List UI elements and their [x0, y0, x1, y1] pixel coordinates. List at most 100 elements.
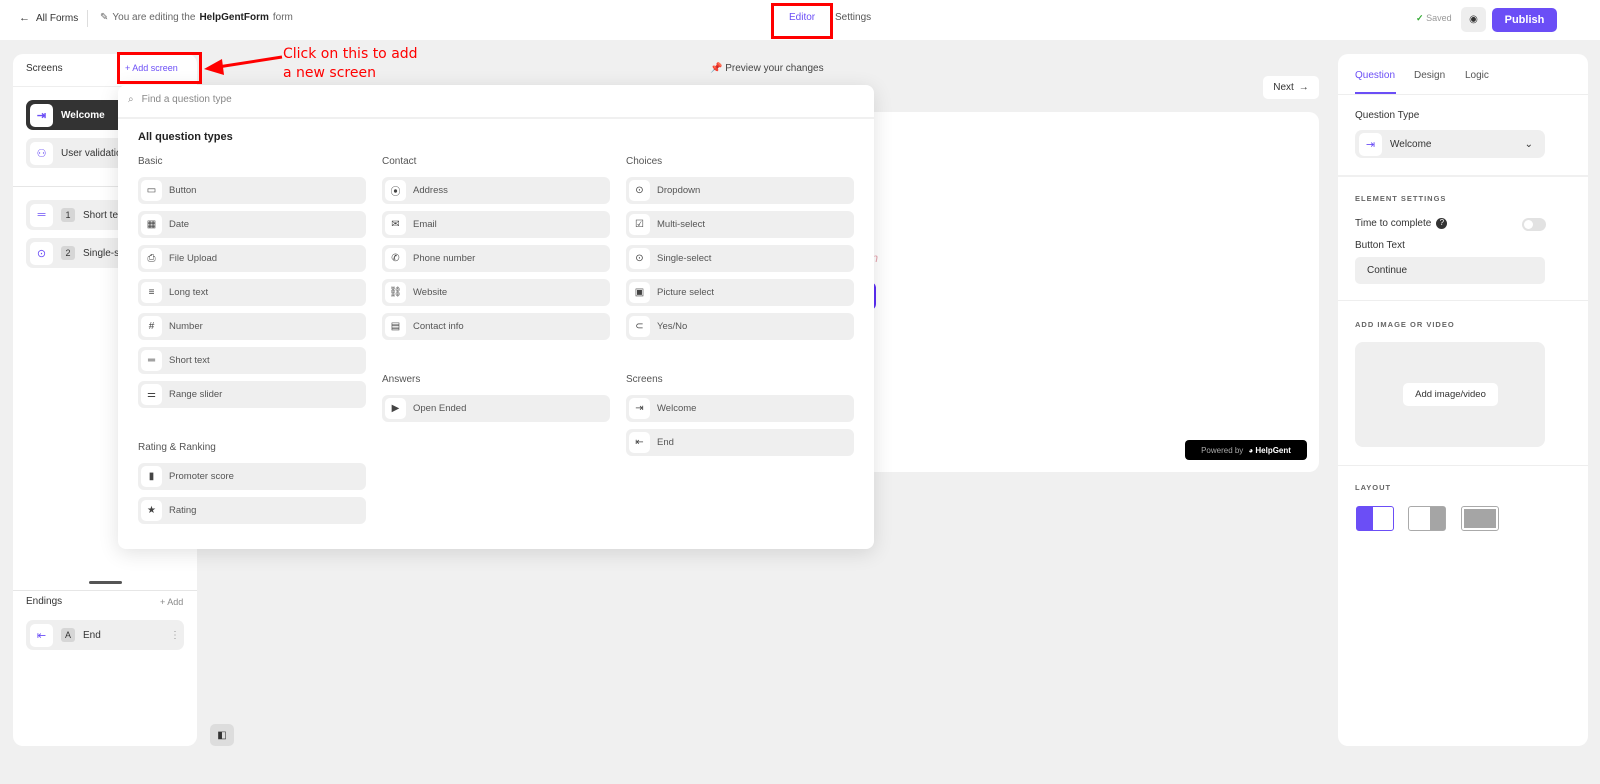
question-type-file-upload[interactable]: ⎙ File Upload — [138, 245, 366, 272]
collapse-panel-button[interactable]: ◧ — [210, 724, 234, 746]
welcome-icon: ⇥ — [629, 398, 650, 419]
next-label: Next — [1273, 82, 1294, 93]
user-lock-icon: ⚇ — [30, 141, 53, 165]
add-ending-button[interactable]: + Add — [160, 597, 183, 607]
annotation-arrow-icon — [204, 55, 283, 75]
question-type-label: Email — [413, 219, 437, 230]
layout-option-background[interactable] — [1461, 506, 1499, 531]
helpgent-logo: ◕ HelpGent — [1248, 445, 1291, 455]
question-number: 2 — [61, 246, 75, 260]
time-to-complete-label: Time to complete — [1355, 218, 1432, 229]
question-type-label: Number — [169, 321, 203, 332]
question-type-address[interactable]: ⦿ Address — [382, 177, 610, 204]
ending-item[interactable]: ⇤ A End ⋮ — [26, 620, 184, 650]
question-type-label: Multi-select — [657, 219, 706, 230]
help-icon[interactable]: ? — [1436, 218, 1448, 229]
question-type-open-ended[interactable]: ▶ Open Ended — [382, 395, 610, 422]
question-type-email[interactable]: ✉ Email — [382, 211, 610, 238]
editing-prefix: You are editing the — [112, 12, 196, 23]
ending-label: End — [83, 629, 101, 641]
tab-design[interactable]: Design — [1414, 70, 1445, 81]
enter-icon: ⇥ — [1359, 132, 1382, 156]
contact-info-icon: ▤ — [385, 316, 406, 337]
question-type-short-text[interactable]: ═ Short text — [138, 347, 366, 374]
question-type-website[interactable]: ⛓ Website — [382, 279, 610, 306]
question-type-label: Picture select — [657, 287, 715, 298]
button-icon: ▭ — [141, 180, 162, 201]
sidebar-toggle-icon: ◧ — [217, 729, 227, 741]
end-icon: ⇤ — [629, 432, 650, 453]
question-type-yes-no[interactable]: ⊂ Yes/No — [626, 313, 854, 340]
divider — [87, 10, 88, 27]
check-icon: ✓ — [1416, 13, 1424, 23]
resize-handle[interactable] — [89, 581, 122, 584]
file-upload-icon: ⎙ — [141, 248, 162, 269]
question-type-date[interactable]: ▦ Date — [138, 211, 366, 238]
open-ended-icon: ▶ — [385, 398, 406, 419]
promoter-score-icon: ▮ — [141, 466, 162, 487]
more-icon[interactable]: ⋮ — [170, 630, 180, 641]
question-type-picture-select[interactable]: ▣ Picture select — [626, 279, 854, 306]
question-type-label: Dropdown — [657, 185, 701, 196]
address-icon: ⦿ — [385, 180, 406, 201]
tab-settings[interactable]: Settings — [835, 12, 871, 23]
group-title-basic: Basic — [138, 156, 163, 167]
phone-number-icon: ✆ — [385, 248, 406, 269]
form-name: HelpGentForm — [199, 12, 269, 23]
time-to-complete-toggle[interactable] — [1522, 218, 1546, 231]
question-type-contact-info[interactable]: ▤ Contact info — [382, 313, 610, 340]
question-type-label: Long text — [169, 287, 209, 298]
long-text-icon: ≡ — [141, 282, 162, 303]
question-type-long-text[interactable]: ≡ Long text — [138, 279, 366, 306]
question-type-button[interactable]: ▭ Button — [138, 177, 366, 204]
question-type-label: Welcome — [657, 403, 697, 414]
add-image-video-button[interactable]: Add image/video — [1403, 383, 1498, 406]
layout-title: LAYOUT — [1355, 483, 1392, 492]
question-type-rating[interactable]: ★ Rating — [138, 497, 366, 524]
question-type-single-select[interactable]: ⊙ Single-select — [626, 245, 854, 272]
divider — [1338, 300, 1588, 301]
preview-label: Preview your changes — [725, 63, 824, 74]
website-icon: ⛓ — [385, 282, 406, 303]
preview-eye-button[interactable]: ◉ — [1461, 7, 1486, 32]
question-type-label: Open Ended — [413, 403, 467, 414]
toggle-knob — [1524, 220, 1533, 229]
question-type-number[interactable]: # Number — [138, 313, 366, 340]
tab-logic[interactable]: Logic — [1465, 70, 1489, 81]
question-type-end[interactable]: ⇤ End — [626, 429, 854, 456]
tab-question[interactable]: Question — [1355, 70, 1395, 81]
date-icon: ▦ — [141, 214, 162, 235]
question-type-welcome[interactable]: ⇥ Welcome — [626, 395, 854, 422]
group-title-answers: Answers — [382, 374, 421, 385]
single-select-icon: ⊙ — [629, 248, 650, 269]
back-label: All Forms — [36, 12, 79, 24]
question-type-label: Date — [169, 219, 190, 230]
question-number: 1 — [61, 208, 75, 222]
question-type-multi-select[interactable]: ☑ Multi-select — [626, 211, 854, 238]
question-search-input[interactable]: ⌕ Find a question type — [128, 94, 232, 105]
question-type-label: Short text — [169, 355, 210, 366]
brand-label: HelpGent — [1255, 445, 1291, 455]
next-button[interactable]: Next → — [1263, 76, 1319, 99]
question-type-label: Question Type — [1355, 110, 1420, 121]
radio-icon: ⊙ — [30, 241, 53, 265]
number-icon: # — [141, 316, 162, 337]
question-type-label: Phone number — [413, 253, 476, 264]
screens-title: Screens — [26, 63, 63, 74]
button-text-input[interactable]: Continue — [1355, 257, 1545, 284]
layout-option-right-media[interactable] — [1408, 506, 1446, 531]
back-to-all-forms[interactable]: ← All Forms — [19, 12, 78, 24]
divider — [1338, 465, 1588, 466]
question-type-phone-number[interactable]: ✆ Phone number — [382, 245, 610, 272]
exit-icon: ⇤ — [30, 623, 53, 647]
powered-by-label: Powered by — [1201, 445, 1244, 455]
picture-select-icon: ▣ — [629, 282, 650, 303]
question-type-range-slider[interactable]: ⚌ Range slider — [138, 381, 366, 408]
question-type-select[interactable]: ⇥ Welcome ⌄ — [1355, 130, 1545, 158]
publish-button[interactable]: Publish — [1492, 8, 1557, 32]
question-type-promoter-score[interactable]: ▮ Promoter score — [138, 463, 366, 490]
annotation-line-2: a new screen — [283, 65, 376, 81]
layout-option-left-media[interactable] — [1356, 506, 1394, 531]
question-type-dropdown[interactable]: ⊙ Dropdown — [626, 177, 854, 204]
powered-by-badge[interactable]: Powered by ◕ HelpGent — [1185, 440, 1307, 460]
